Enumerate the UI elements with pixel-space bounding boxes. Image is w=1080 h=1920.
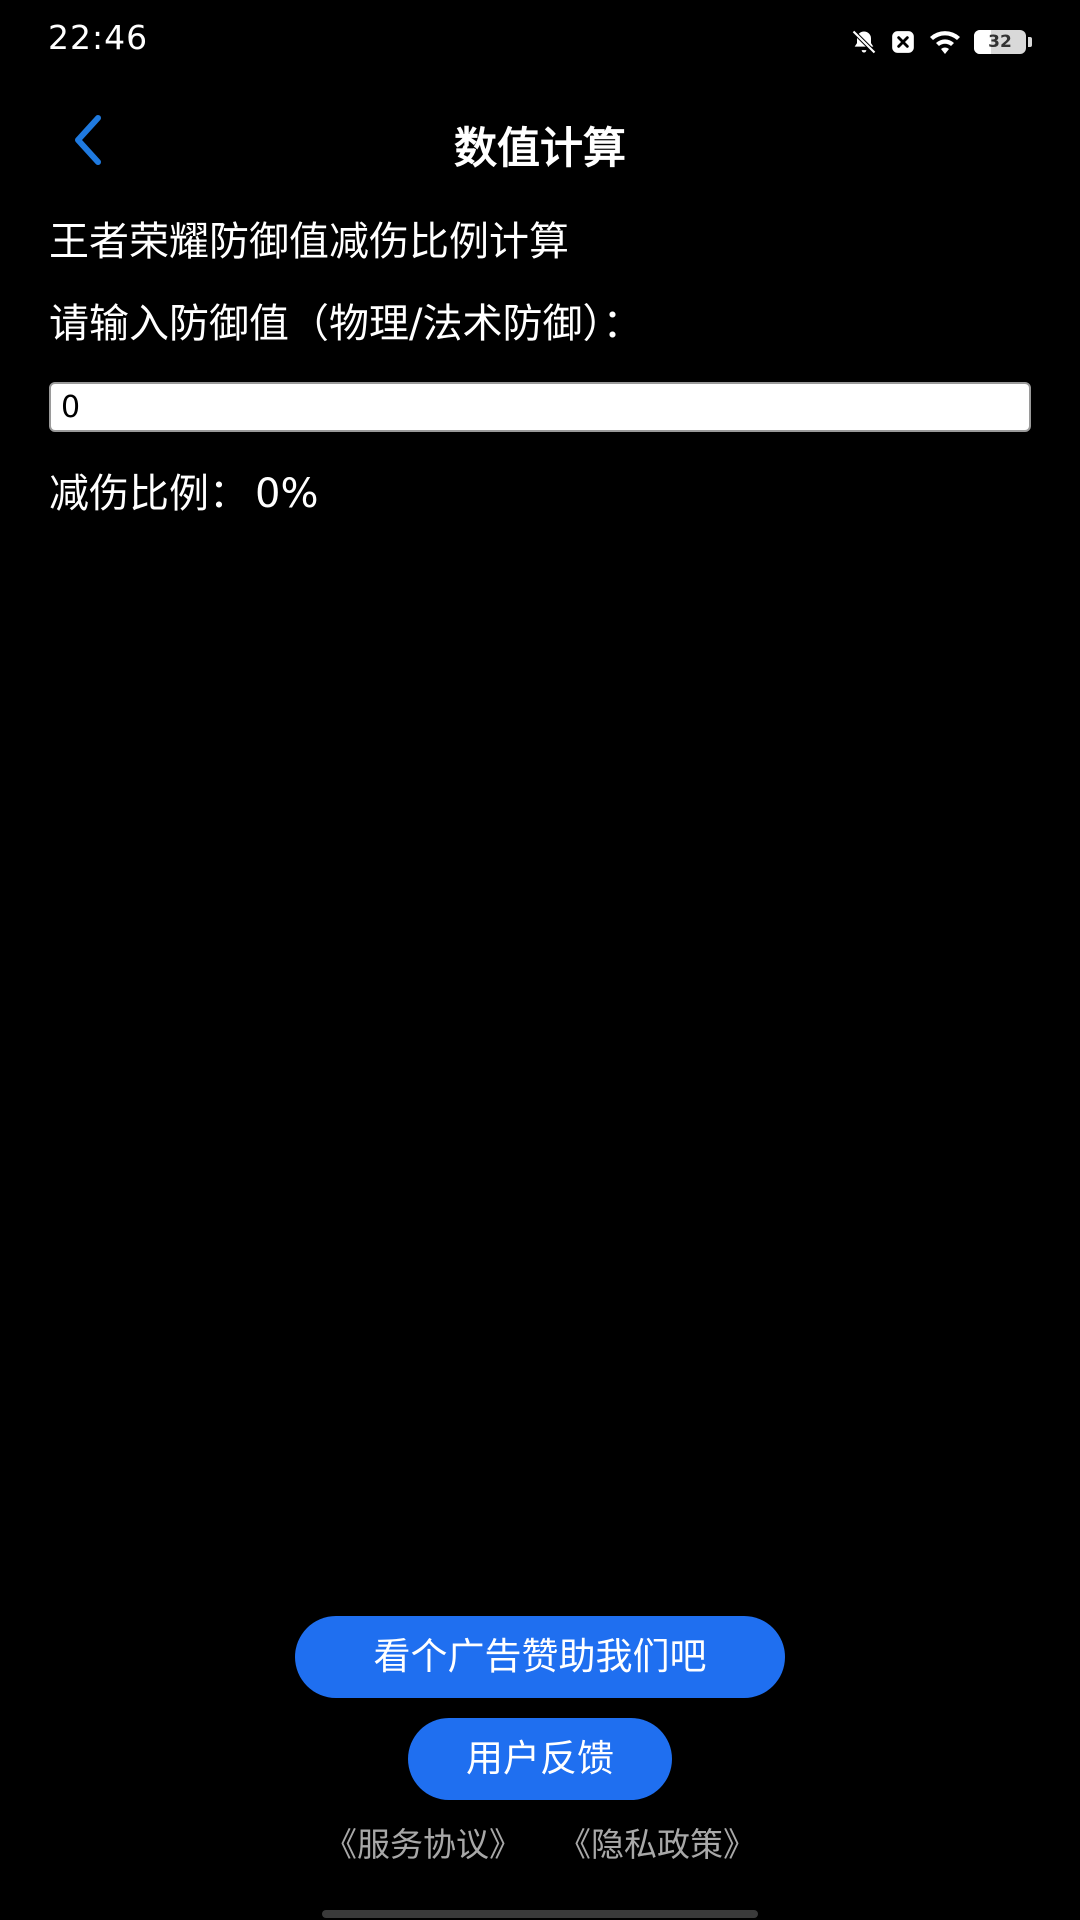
battery-tip bbox=[1028, 37, 1032, 47]
legal-links: 《服务协议》 《隐私政策》 bbox=[0, 1818, 1080, 1866]
watch-ad-button[interactable]: 看个广告赞助我们吧 bbox=[295, 1616, 785, 1698]
wifi-icon bbox=[928, 28, 962, 56]
user-feedback-button[interactable]: 用户反馈 bbox=[408, 1718, 672, 1800]
calculator-content: 王者荣耀防御值减伤比例计算 请输入防御值（物理/法术防御）： 减伤比例：0% bbox=[49, 212, 1031, 522]
result-value: 0% bbox=[255, 471, 319, 517]
defense-value-input[interactable] bbox=[49, 382, 1031, 432]
bell-off-icon bbox=[850, 28, 878, 56]
close-box-icon bbox=[890, 29, 916, 55]
battery-icon: 32 bbox=[974, 30, 1026, 54]
privacy-policy-link[interactable]: 《隐私政策》 bbox=[558, 1818, 756, 1866]
defense-input-label: 请输入防御值（物理/法术防御）： bbox=[49, 301, 643, 347]
navigation-bar: 数值计算 bbox=[0, 96, 1080, 186]
home-indicator[interactable] bbox=[322, 1910, 758, 1918]
result-row: 减伤比例： 0% bbox=[49, 466, 1031, 522]
status-time: 22:46 bbox=[48, 18, 149, 57]
result-label: 减伤比例： bbox=[49, 471, 249, 517]
status-icons: 32 bbox=[850, 26, 1032, 58]
footer-actions: 看个广告赞助我们吧 用户反馈 《服务协议》 《隐私政策》 bbox=[0, 1616, 1080, 1866]
section-heading: 王者荣耀防御值减伤比例计算 bbox=[49, 219, 569, 265]
battery-level: 32 bbox=[988, 32, 1012, 52]
page-title: 数值计算 bbox=[454, 124, 626, 174]
status-bar: 22:46 32 bbox=[0, 0, 1080, 84]
service-agreement-link[interactable]: 《服务协议》 bbox=[324, 1818, 522, 1866]
